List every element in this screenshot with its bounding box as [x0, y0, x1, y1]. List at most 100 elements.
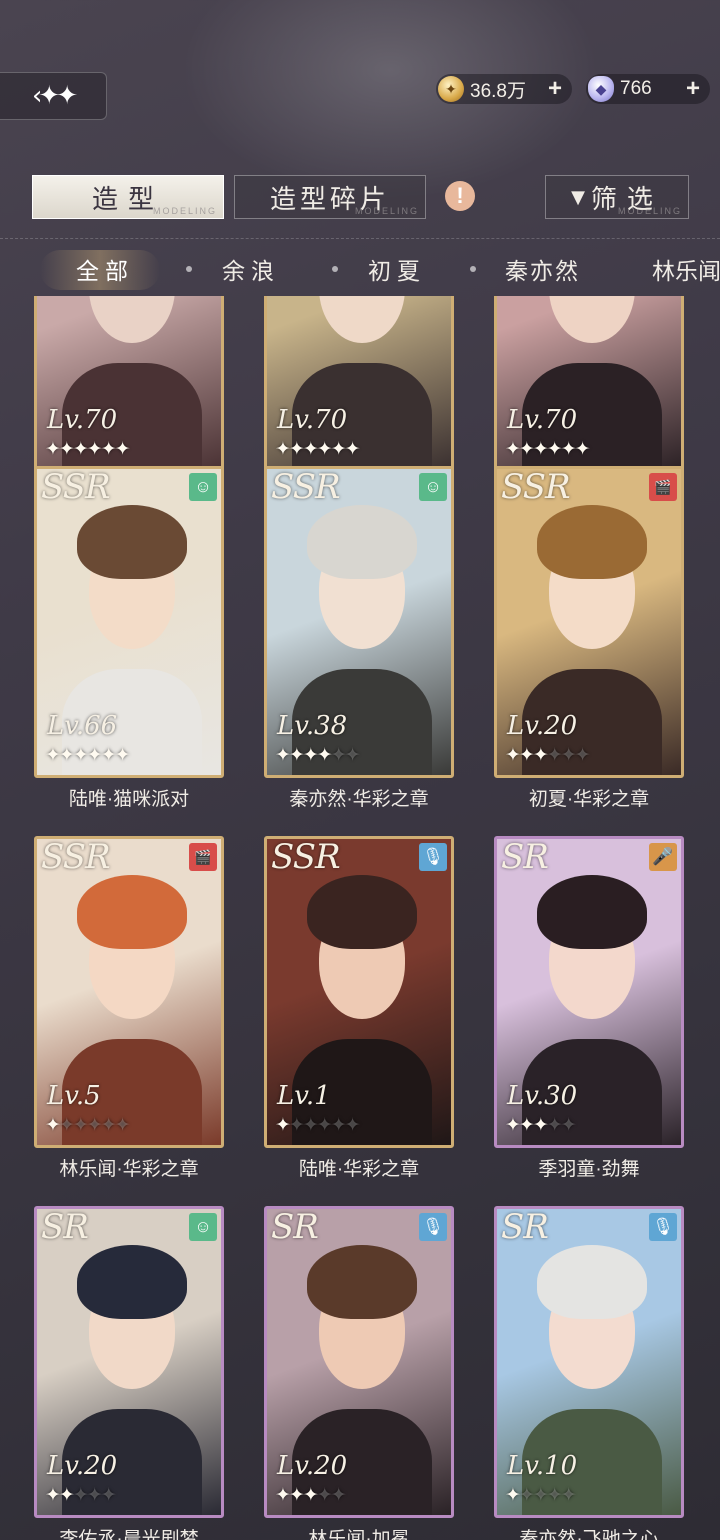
tab-modeling[interactable]: 造型 MODELING: [32, 175, 224, 219]
star-filled-icon: ✦: [505, 1115, 521, 1136]
star-empty-icon: ✦: [72, 1485, 89, 1506]
microphone-badge-icon: 🎙: [419, 1213, 447, 1241]
costume-card[interactable]: Lv.70✦✦✦✦✦✦季羽童·南柯梦: [264, 296, 454, 504]
card-frame: Lv.70 ✦✦✦✦✦✦: [264, 296, 454, 472]
star-filled-icon: ✦: [72, 745, 89, 766]
star-filled-icon: ✦: [45, 745, 61, 766]
level-label: Lv.30: [507, 1081, 578, 1111]
star-rating: ✦✦✦✦✦✦: [505, 438, 591, 461]
level-label: Lv.70: [507, 405, 578, 435]
gem-amount: 766: [620, 78, 652, 99]
costume-card[interactable]: SR ☺ Lv.20 ✦✦✦✦✦ 李佑丞·晨光剧梦: [34, 1206, 224, 1540]
costume-name: 初夏·华彩之章: [528, 789, 650, 810]
clapperboard-badge-icon: 🎬: [189, 843, 217, 871]
star-rating: ✦✦✦✦✦✦: [45, 1114, 131, 1137]
tab-fragments[interactable]: 造型碎片 MODELING: [234, 175, 426, 219]
star-empty-icon: ✦: [58, 1115, 75, 1136]
costume-name: 季羽童·劲舞: [538, 1159, 640, 1180]
costume-card[interactable]: SR 🎙 Lv.10 ✦✦✦✦✦ 秦亦然·飞驰之心: [494, 1206, 684, 1540]
star-filled-icon: ✦: [302, 1485, 319, 1506]
costume-card[interactable]: SR 🎤 Lv.30 ✦✦✦✦✦ 季羽童·劲舞: [494, 836, 684, 1180]
star-filled-icon: ✦: [114, 439, 131, 460]
star-empty-icon: ✦: [344, 745, 361, 766]
star-empty-icon: ✦: [560, 1485, 577, 1506]
star-filled-icon: ✦: [288, 745, 305, 766]
star-empty-icon: ✦: [560, 1115, 577, 1136]
category-all[interactable]: 全部: [76, 252, 134, 286]
filter-button[interactable]: ▼ 筛选 MODELING: [545, 175, 689, 219]
star-filled-icon: ✦: [288, 1485, 305, 1506]
costume-card[interactable]: SSR ☺ Lv.38 ✦✦✦✦✦✦ 秦亦然·华彩之章: [264, 466, 454, 810]
category-bar: 全部 余浪 初夏 秦亦然 林乐闻: [0, 248, 720, 292]
category-yulang[interactable]: 余浪: [222, 252, 280, 286]
costume-name: 陆唯·华彩之章: [298, 1159, 420, 1180]
star-rating: ✦✦✦✦✦✦: [45, 438, 131, 461]
gold-amount: 36.8万: [470, 80, 526, 102]
costume-name: 陆唯·猫咪派对: [68, 789, 190, 810]
microphone-badge-icon: 🎙: [419, 843, 447, 871]
clapperboard-badge-icon: 🎬: [649, 473, 677, 501]
star-filled-icon: ✦: [316, 439, 333, 460]
category-chuxia[interactable]: 初夏: [368, 252, 426, 286]
category-qinyiran[interactable]: 秦亦然: [505, 252, 580, 286]
star-rating: ✦✦✦✦✦✦: [45, 744, 131, 767]
star-filled-icon: ✦: [58, 439, 75, 460]
card-frame: SSR 🎬 Lv.5 ✦✦✦✦✦✦: [34, 836, 224, 1148]
star-rating: ✦✦✦✦✦✦: [275, 1114, 361, 1137]
costume-card[interactable]: SSR 🎬 Lv.5 ✦✦✦✦✦✦ 林乐闻·华彩之章: [34, 836, 224, 1180]
star-filled-icon: ✦: [302, 745, 319, 766]
star-empty-icon: ✦: [316, 1115, 333, 1136]
costume-card[interactable]: SR 🎙 Lv.20 ✦✦✦✦✦ 林乐闻·加冕: [264, 1206, 454, 1540]
star-filled-icon: ✦: [275, 745, 291, 766]
star-filled-icon: ✦: [546, 439, 563, 460]
star-empty-icon: ✦: [546, 1115, 563, 1136]
card-frame: SSR ☺ Lv.38 ✦✦✦✦✦✦: [264, 466, 454, 778]
star-empty-icon: ✦: [532, 1485, 549, 1506]
microphone-badge-icon: 🎤: [649, 843, 677, 871]
star-empty-icon: ✦: [546, 745, 563, 766]
diamond-icon: ◆: [588, 76, 614, 102]
costume-card[interactable]: Lv.70✦✦✦✦✦✦季羽童·星花之夜: [494, 296, 684, 504]
costume-card[interactable]: SSR 🎙 Lv.1 ✦✦✦✦✦✦ 陆唯·华彩之章: [264, 836, 454, 1180]
star-empty-icon: ✦: [316, 1485, 333, 1506]
add-gem-button[interactable]: +: [686, 75, 700, 103]
rarity-label: SR: [271, 1207, 319, 1247]
costume-card[interactable]: SSR ☺ Lv.66 ✦✦✦✦✦✦ 陆唯·猫咪派对: [34, 466, 224, 810]
star-filled-icon: ✦: [505, 439, 521, 460]
alert-icon[interactable]: !: [445, 181, 475, 211]
level-label: Lv.20: [47, 1451, 118, 1481]
star-filled-icon: ✦: [100, 745, 117, 766]
costume-card[interactable]: Lv.70✦✦✦✦✦✦李佑丞·星花之夜: [34, 296, 224, 504]
card-frame: Lv.70 ✦✦✦✦✦✦: [34, 296, 224, 472]
category-linlewen[interactable]: 林乐闻: [652, 252, 720, 286]
star-filled-icon: ✦: [574, 439, 591, 460]
star-empty-icon: ✦: [288, 1115, 305, 1136]
star-rating: ✦✦✦✦✦: [275, 1484, 347, 1507]
rarity-label: SR: [501, 837, 549, 877]
star-filled-icon: ✦: [288, 439, 305, 460]
star-empty-icon: ✦: [560, 745, 577, 766]
star-filled-icon: ✦: [86, 745, 103, 766]
star-empty-icon: ✦: [574, 745, 591, 766]
microphone-badge-icon: 🎙: [649, 1213, 677, 1241]
star-filled-icon: ✦: [532, 745, 549, 766]
level-label: Lv.5: [47, 1081, 101, 1111]
star-filled-icon: ✦: [330, 439, 347, 460]
rarity-label: SSR: [501, 467, 571, 507]
add-gold-button[interactable]: +: [548, 75, 562, 103]
star-filled-icon: ✦: [505, 1485, 521, 1506]
star-filled-icon: ✦: [114, 745, 131, 766]
level-label: Lv.70: [277, 405, 348, 435]
star-filled-icon: ✦: [275, 1485, 291, 1506]
smile-badge-icon: ☺: [189, 473, 217, 501]
back-button[interactable]: ‹✦✦: [0, 72, 107, 120]
level-label: Lv.20: [277, 1451, 348, 1481]
costume-card[interactable]: SSR 🎬 Lv.20 ✦✦✦✦✦✦ 初夏·华彩之章: [494, 466, 684, 810]
star-filled-icon: ✦: [45, 1115, 61, 1136]
tab-modeling-sub: MODELING: [152, 206, 217, 216]
star-empty-icon: ✦: [100, 1485, 117, 1506]
category-separator: [470, 266, 476, 272]
costume-name: 李佑丞·晨光剧梦: [59, 1529, 199, 1540]
star-filled-icon: ✦: [86, 439, 103, 460]
level-label: Lv.70: [47, 405, 118, 435]
